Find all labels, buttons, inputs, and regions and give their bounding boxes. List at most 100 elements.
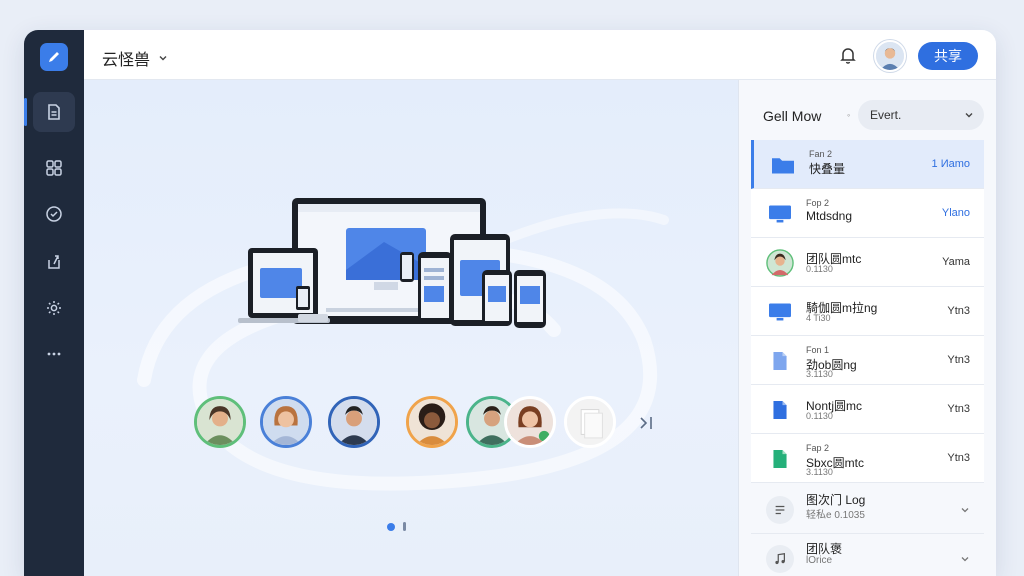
file-meta: 0.1130 [806, 411, 833, 421]
hero-stage [84, 80, 738, 576]
rail-files-button[interactable] [24, 92, 75, 132]
chevron-right-icon [640, 417, 652, 429]
collaborator-avatar[interactable] [564, 396, 616, 448]
file-size: Ytn3 [947, 305, 970, 317]
person-avatar-icon [409, 399, 455, 445]
collaborator-avatar[interactable] [194, 396, 246, 448]
list-icon [766, 496, 794, 524]
spreadsheet-icon [773, 450, 787, 468]
app-title: 云怪兽 [102, 52, 151, 69]
monitor-icon [769, 205, 791, 223]
person-avatar-icon [197, 399, 243, 445]
more-icon [47, 352, 61, 356]
panel-title-separator: ◦ [847, 110, 851, 120]
chevron-down-icon[interactable] [960, 505, 970, 515]
panel-title: Gell Mow [763, 108, 822, 124]
chevron-down-icon [965, 113, 973, 118]
file-row[interactable]: Fop 2 Mtdsdng Ylano [751, 189, 984, 238]
panel-header: Gell Mow ◦ Evert. [751, 100, 984, 130]
file-row[interactable]: Fon 1 劲ob圆ng 3.1130 Ytn3 [751, 336, 984, 385]
file-row[interactable]: 图次门 Log 轻私e 0.1035 [751, 485, 984, 534]
file-meta: 4 Ti30 [806, 313, 831, 323]
file-name: Mtdsdng [806, 209, 853, 223]
monitor-icon [769, 303, 791, 321]
files-icon [48, 104, 60, 120]
file-meta: 3.1130 [806, 467, 833, 477]
file-size: Ylano [941, 207, 970, 219]
share-icon [48, 255, 60, 269]
file-size: Ytn3 [947, 403, 970, 415]
music-note-icon [775, 553, 785, 565]
row-icon-wrap [765, 348, 795, 374]
app-logo[interactable] [40, 43, 68, 71]
row-icon-wrap [765, 299, 795, 325]
file-size: Ytn3 [947, 452, 970, 464]
filter-value: Evert. [870, 108, 902, 122]
share-button[interactable]: 共享 [918, 42, 978, 70]
file-meta: Fon 1 [806, 345, 830, 355]
file-meta: 3.1130 [806, 369, 833, 379]
avatar-icon [766, 249, 794, 277]
rail-settings-button[interactable] [33, 288, 75, 328]
file-meta: 0.1130 [806, 264, 833, 274]
devices-illustration [238, 198, 546, 328]
file-size: 1 Иamo [931, 158, 970, 170]
row-icon-wrap [765, 201, 795, 227]
app-window: 云怪兽 共享 Gell Mow ◦ Evert. Fan 2 快叠量 1 Иam… [24, 30, 996, 576]
rail-apps-button[interactable] [33, 148, 75, 188]
rail-more-button[interactable] [33, 334, 75, 374]
row-icon-wrap [765, 446, 795, 472]
row-icon-wrap [765, 397, 795, 423]
file-meta: lOrice [806, 555, 833, 566]
bell-icon[interactable] [838, 45, 858, 65]
workspace-switcher[interactable]: 云怪兽 [102, 46, 168, 70]
carousel-pagination [387, 522, 406, 531]
file-row[interactable]: 騎伽圆m拉ng 4 Ti30 Ytn3 [751, 287, 984, 336]
settings-icon [47, 301, 61, 315]
file-list: Fan 2 快叠量 1 Иamo Fop 2 Mtdsdng Ylano 团队圆… [751, 140, 984, 576]
side-rail [24, 30, 84, 576]
file-size: Ytn3 [947, 354, 970, 366]
document-icon [773, 401, 787, 419]
file-size: Yama [942, 256, 970, 268]
collaborators-carousel [194, 396, 654, 452]
file-row[interactable]: 团队圆mtc 0.1130 Yama [751, 238, 984, 287]
filter-dropdown[interactable]: Evert. [858, 100, 984, 130]
file-meta: Fan 2 [809, 149, 833, 159]
file-row[interactable]: Fap 2 Sbxc圆mtc 3.1130 Ytn3 [751, 434, 984, 483]
person-avatar-icon [263, 399, 309, 445]
row-icon-wrap [765, 496, 795, 524]
person-avatar-icon [507, 399, 553, 445]
apps-icon [46, 160, 62, 176]
file-row[interactable]: 团队褒 lOrice [751, 534, 984, 576]
collaborator-avatar[interactable] [504, 396, 556, 448]
document-thumbnail-icon [567, 399, 613, 445]
music-icon [766, 545, 794, 573]
user-avatar-icon [876, 42, 904, 70]
person-avatar-icon [331, 399, 377, 445]
rail-check-button[interactable] [33, 194, 75, 234]
chevron-down-icon[interactable] [960, 554, 970, 564]
user-avatar[interactable] [874, 40, 906, 72]
file-meta: 轻私e 0.1035 [806, 510, 865, 521]
folder-icon [772, 158, 794, 174]
pen-icon [49, 52, 59, 62]
file-name: 快叠量 [809, 162, 846, 176]
file-row[interactable]: Nontj圆mc 0.1130 Ytn3 [751, 385, 984, 434]
rail-share-button[interactable] [33, 242, 75, 282]
document-icon [773, 352, 787, 370]
list-lines-icon [775, 505, 785, 515]
file-meta: Fap 2 [806, 443, 830, 453]
file-row[interactable]: Fan 2 快叠量 1 Иamo [751, 140, 984, 189]
collaborator-avatar[interactable] [260, 396, 312, 448]
chevron-down-icon [159, 56, 167, 61]
pagination-dot[interactable] [403, 522, 406, 531]
row-icon-wrap [765, 545, 795, 573]
check-icon [46, 206, 62, 222]
pagination-dot-active[interactable] [387, 522, 395, 531]
file-meta: Fop 2 [806, 198, 830, 208]
collaborator-avatar[interactable] [328, 396, 380, 448]
collaborator-avatar[interactable] [406, 396, 458, 448]
row-icon-wrap [765, 249, 795, 277]
carousel-next-button[interactable] [636, 413, 658, 433]
